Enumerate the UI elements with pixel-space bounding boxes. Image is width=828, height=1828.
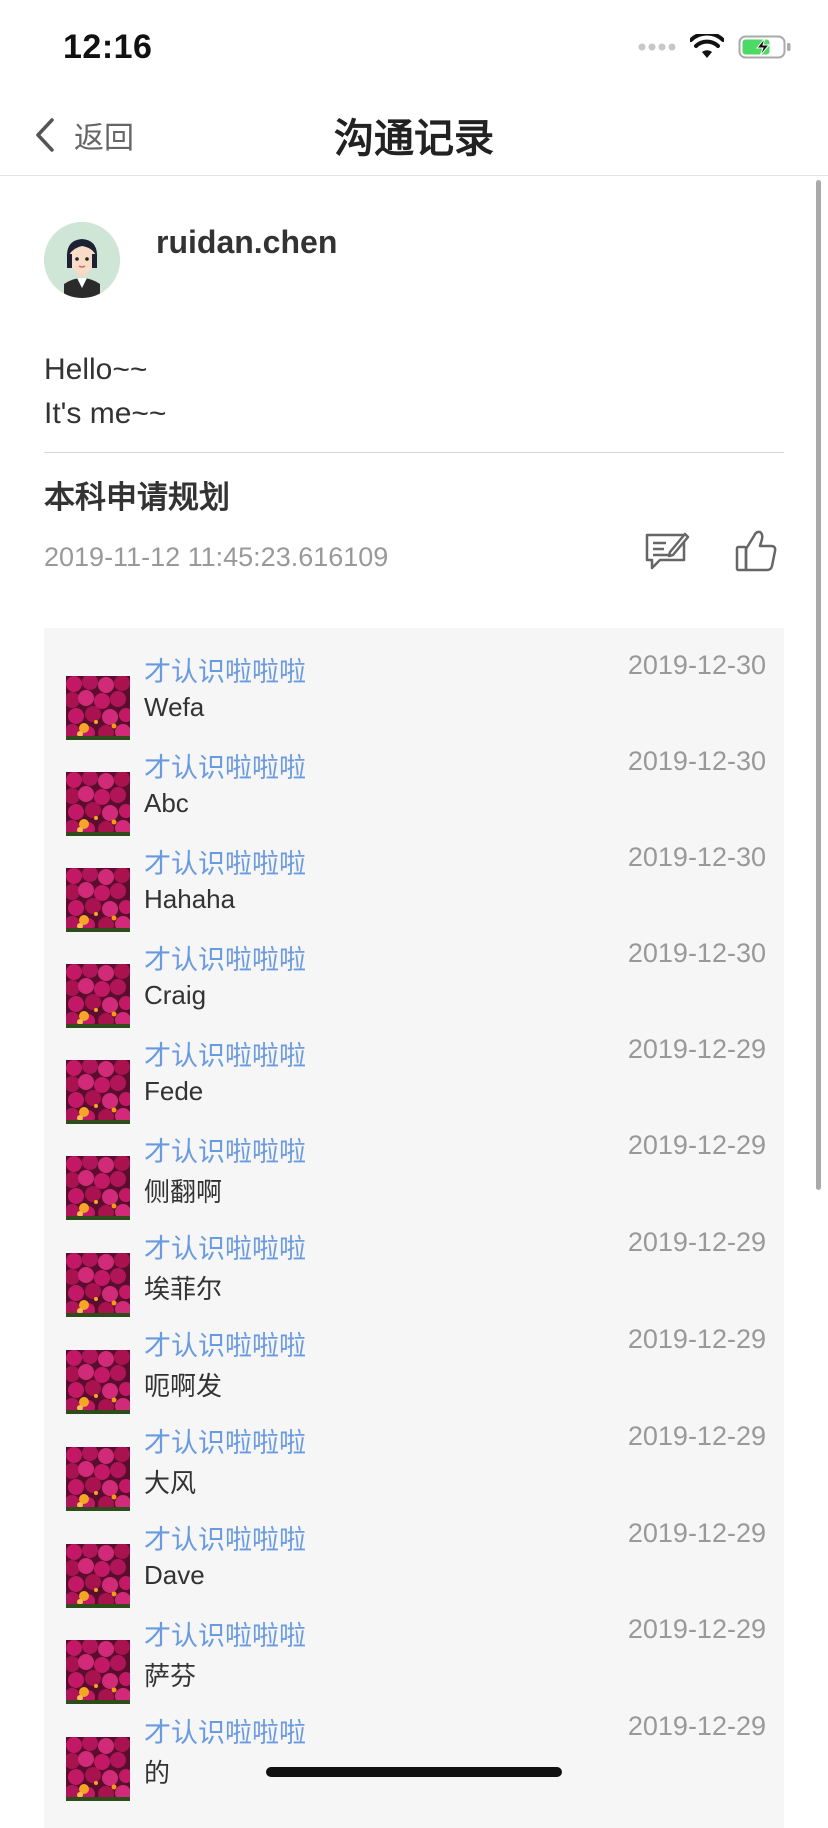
avatar-illustration-icon xyxy=(44,222,120,298)
comment-date: 2019-12-29 xyxy=(627,1227,766,1257)
comment-item[interactable]: 才认识啦啦啦 2019-12-29 呃啊发 xyxy=(66,1324,766,1414)
flower-avatar-icon xyxy=(66,1544,130,1608)
wifi-icon xyxy=(690,34,724,58)
comment-text: 萨芬 xyxy=(144,1661,197,1691)
flower-avatar-icon xyxy=(66,1253,130,1317)
comment-list: 才认识啦啦啦 2019-12-30 Wefa 才认识啦啦啦 2019-12-30… xyxy=(44,628,784,1828)
comment-item[interactable]: 才认识啦啦啦 2019-12-29 大风 xyxy=(66,1421,766,1511)
status-bar: 12:16 xyxy=(0,0,828,100)
comment-text: Dave xyxy=(144,1560,205,1590)
home-indicator[interactable] xyxy=(266,1767,562,1777)
page-title: 沟通记录 xyxy=(334,117,494,161)
flower-avatar-icon xyxy=(66,772,130,836)
post-body-line: Hello~~ xyxy=(44,353,148,386)
comment-text: 埃菲尔 xyxy=(144,1274,223,1304)
comment-item[interactable]: 才认识啦啦啦 2019-12-29 Fede xyxy=(66,1034,766,1124)
comment-author[interactable]: 才认识啦啦啦 xyxy=(144,1614,306,1653)
comment-date: 2019-12-29 xyxy=(627,1421,766,1451)
post-body-line: It's me~~ xyxy=(44,397,167,430)
comment-author[interactable]: 才认识啦啦啦 xyxy=(144,1227,306,1266)
comment-item[interactable]: 才认识啦啦啦 2019-12-29 侧翻啊 xyxy=(66,1130,766,1220)
post-body: Hello~~ It's me~~ xyxy=(44,348,166,436)
comment-date: 2019-12-30 xyxy=(627,842,766,872)
comment-item[interactable]: 才认识啦啦啦 2019-12-29 萨芬 xyxy=(66,1614,766,1704)
comment-text: Hahaha xyxy=(144,884,236,914)
flower-avatar-icon xyxy=(66,1737,130,1801)
comment-item[interactable]: 才认识啦啦啦 2019-12-30 Wefa xyxy=(66,650,766,740)
flower-avatar-icon xyxy=(66,1447,130,1511)
comment-date: 2019-12-29 xyxy=(627,1614,766,1644)
comment-edit-icon xyxy=(645,532,690,570)
comment-text: Abc xyxy=(144,788,189,818)
battery-charging-icon xyxy=(738,35,791,59)
author-avatar[interactable] xyxy=(44,222,120,298)
comment-text: 大风 xyxy=(144,1468,197,1498)
flower-avatar-icon xyxy=(66,1640,130,1704)
comment-author[interactable]: 才认识啦啦啦 xyxy=(144,746,306,785)
comment-author[interactable]: 才认识啦啦啦 xyxy=(144,842,306,881)
comment-author[interactable]: 才认识啦啦啦 xyxy=(144,650,306,689)
flower-avatar-icon xyxy=(66,1060,130,1124)
comment-item[interactable]: 才认识啦啦啦 2019-12-30 Abc xyxy=(66,746,766,836)
comment-text: Wefa xyxy=(144,692,205,722)
flower-avatar-icon xyxy=(66,1350,130,1414)
comment-text: 的 xyxy=(144,1758,171,1788)
comment-date: 2019-12-29 xyxy=(627,1034,766,1064)
post-category: 本科申请规划 xyxy=(44,480,230,515)
post-timestamp: 2019-11-12 11:45:23.616109 xyxy=(44,542,389,572)
comment-author[interactable]: 才认识啦啦啦 xyxy=(144,938,306,977)
comment-date: 2019-12-30 xyxy=(627,746,766,776)
thumbs-up-icon xyxy=(735,530,777,572)
flower-avatar-icon xyxy=(66,868,130,932)
comment-text: Fede xyxy=(144,1076,204,1106)
comment-author[interactable]: 才认识啦啦啦 xyxy=(144,1711,306,1750)
comment-date: 2019-12-29 xyxy=(627,1130,766,1160)
like-button[interactable] xyxy=(734,528,778,579)
comment-item[interactable]: 才认识啦啦啦 2019-12-29 Dave xyxy=(66,1518,766,1608)
signal-icon xyxy=(638,43,676,51)
comment-item[interactable]: 才认识啦啦啦 2019-12-30 Hahaha xyxy=(66,842,766,932)
flower-avatar-icon xyxy=(66,1156,130,1220)
comment-text: Craig xyxy=(144,980,207,1010)
comment-item[interactable]: 才认识啦啦啦 2019-12-29 的 xyxy=(66,1711,766,1801)
flower-avatar-icon xyxy=(66,964,130,1028)
comment-text: 侧翻啊 xyxy=(144,1177,223,1207)
comment-author[interactable]: 才认识啦啦啦 xyxy=(144,1130,306,1169)
comment-text: 呃啊发 xyxy=(144,1371,223,1401)
flower-avatar-icon xyxy=(66,676,130,740)
comment-author[interactable]: 才认识啦啦啦 xyxy=(144,1518,306,1557)
comment-item[interactable]: 才认识啦啦啦 2019-12-29 埃菲尔 xyxy=(66,1227,766,1317)
status-icons xyxy=(638,34,792,60)
comment-author[interactable]: 才认识啦啦啦 xyxy=(144,1421,306,1460)
navigation-bar: 返回 沟通记录 xyxy=(0,100,828,176)
author-name[interactable]: ruidan.chen xyxy=(156,224,337,261)
comment-date: 2019-12-30 xyxy=(627,938,766,968)
comment-button[interactable] xyxy=(644,530,690,579)
comment-date: 2019-12-29 xyxy=(627,1518,766,1548)
comment-author[interactable]: 才认识啦啦啦 xyxy=(144,1034,306,1073)
scrollbar[interactable] xyxy=(816,180,821,1190)
comment-date: 2019-12-29 xyxy=(627,1711,766,1741)
comment-author[interactable]: 才认识啦啦啦 xyxy=(144,1324,306,1363)
status-time: 12:16 xyxy=(63,28,153,66)
divider xyxy=(44,452,784,453)
comment-item[interactable]: 才认识啦啦啦 2019-12-30 Craig xyxy=(66,938,766,1028)
comment-date: 2019-12-29 xyxy=(627,1324,766,1354)
comment-date: 2019-12-30 xyxy=(627,650,766,680)
